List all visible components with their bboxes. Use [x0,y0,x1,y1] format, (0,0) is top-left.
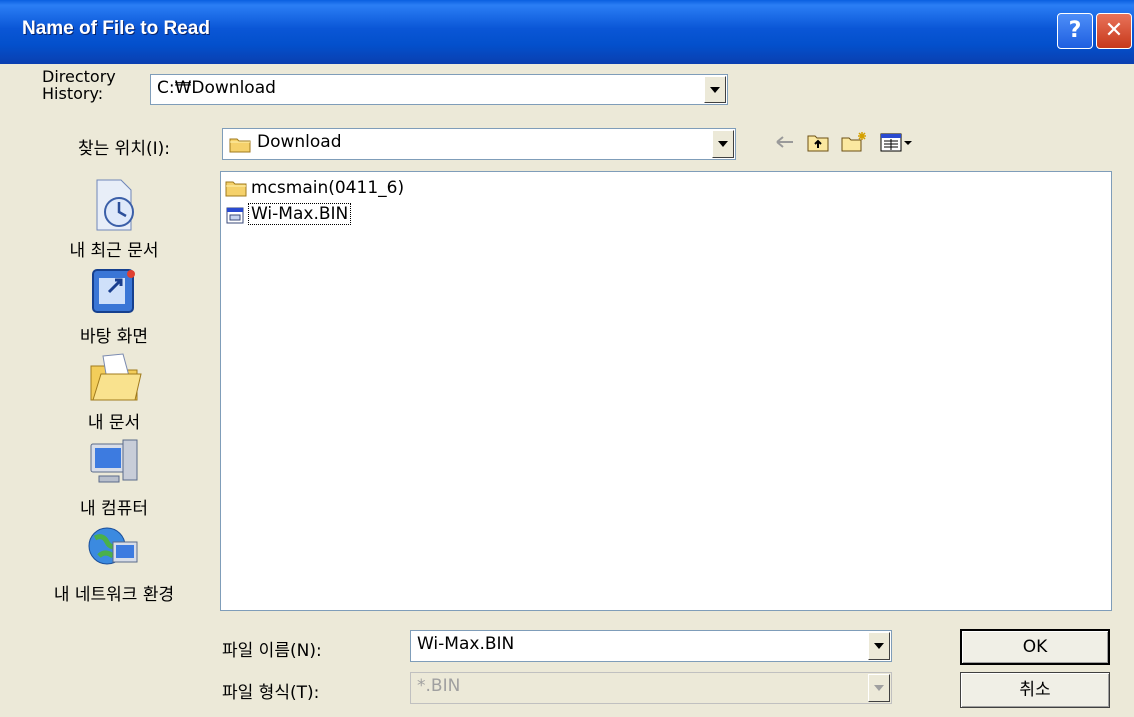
view-menu-icon[interactable] [880,131,914,158]
new-folder-icon[interactable] [840,131,868,158]
filetype-dropdown-button [868,674,890,702]
lookin-label: 찾는 위치(I): [78,139,170,159]
filename-value: Wi-Max.BIN [417,634,515,654]
lookin-value: Download [257,132,342,152]
title-bar[interactable]: Name of File to Read ? ✕ [0,0,1134,64]
cancel-button[interactable]: 취소 [960,672,1110,708]
filename-dropdown-button[interactable] [868,632,890,660]
ok-button[interactable]: OK [960,629,1110,665]
place-label: 내 컴퓨터 [80,499,148,519]
place-recent-documents[interactable]: 내 최근 문서 [20,176,208,261]
place-label: 내 최근 문서 [69,241,159,261]
folder-icon [229,136,251,158]
back-icon[interactable] [774,131,796,158]
history-label-line2: History: [42,84,104,103]
file-name: Wi-Max.BIN [247,203,352,225]
history-dropdown-button[interactable] [704,76,726,103]
my-documents-icon [85,348,143,406]
close-icon: ✕ [1104,18,1124,43]
my-computer-icon [85,434,143,492]
history-label: Directory History: [42,68,116,102]
filetype-label: 파일 형식(T): [222,683,320,703]
window-title: Name of File to Read [22,18,210,39]
place-my-computer[interactable]: 내 컴퓨터 [20,434,208,519]
recent-documents-icon [85,176,143,234]
lookin-combo[interactable]: Download [222,128,736,160]
network-icon [85,520,143,578]
filename-input[interactable]: Wi-Max.BIN [410,630,892,662]
desktop-icon [85,262,143,320]
help-button[interactable]: ? [1057,13,1093,49]
history-label-line1: Directory [42,67,116,86]
place-label: 바탕 화면 [80,327,148,347]
place-network[interactable]: 내 네트워크 환경 [20,520,208,605]
place-label: 내 네트워크 환경 [53,585,175,605]
history-combo[interactable]: C:₩Download [150,74,728,105]
folder-icon [225,179,247,202]
place-label: 내 문서 [87,413,141,433]
file-name: mcsmain(0411_6) [251,178,405,198]
up-folder-icon[interactable] [806,131,830,158]
filename-label: 파일 이름(N): [222,641,322,661]
filetype-combo: *.BIN [410,672,892,704]
place-desktop[interactable]: 바탕 화면 [20,262,208,347]
filetype-value: *.BIN [417,676,461,696]
file-open-dialog: Name of File to Read ? ✕ Directory Histo… [0,0,1134,717]
lookin-dropdown-button[interactable] [712,130,734,158]
file-list[interactable]: mcsmain(0411_6) Wi-Max.BIN [220,171,1112,611]
close-button[interactable]: ✕ [1096,13,1132,49]
history-value: C:₩Download [157,78,276,98]
bin-file-icon [225,205,245,230]
help-icon: ? [1068,18,1082,43]
place-my-documents[interactable]: 내 문서 [20,348,208,433]
